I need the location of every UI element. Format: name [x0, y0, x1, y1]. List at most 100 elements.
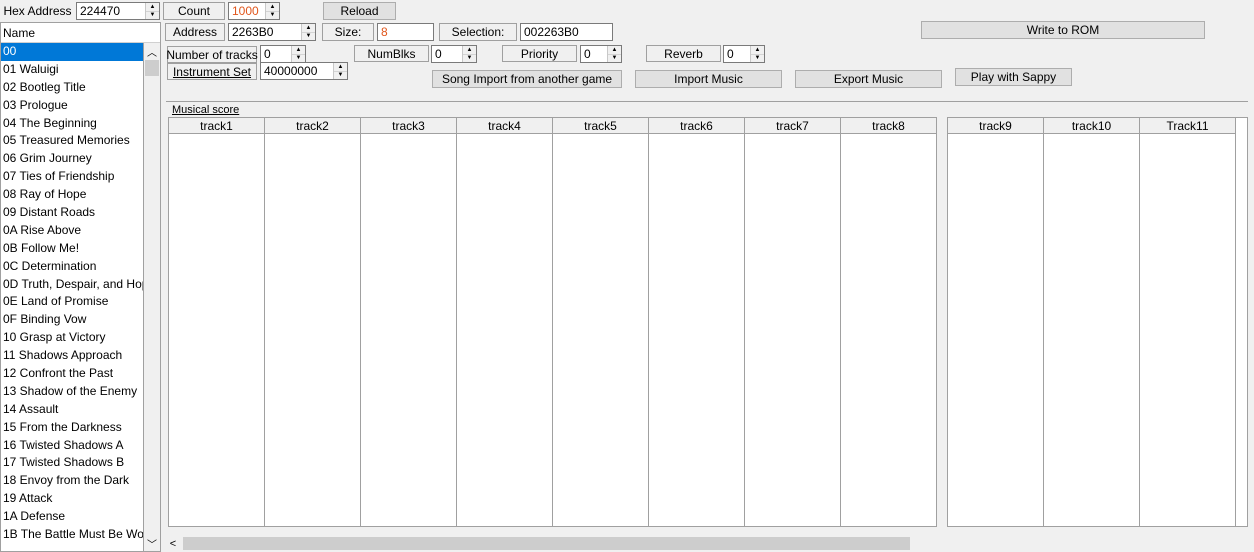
track-header[interactable]: track3 [361, 118, 456, 134]
score-horizontal-scrollbar[interactable]: < [165, 535, 1254, 552]
priority-spinner[interactable]: ▲ ▼ [607, 46, 621, 62]
play-with-sappy-button[interactable]: Play with Sappy [955, 68, 1072, 86]
reverb-spinner[interactable]: ▲ ▼ [750, 46, 764, 62]
list-item[interactable]: 07 Ties of Friendship [1, 168, 143, 186]
list-item[interactable]: 04 The Beginning [1, 115, 143, 133]
count-input[interactable]: 1000 ▲ ▼ [228, 2, 280, 20]
track-header[interactable]: track8 [841, 118, 936, 134]
spin-down-icon[interactable]: ▼ [292, 53, 305, 63]
hex-address-value: 224470 [80, 4, 121, 18]
list-item[interactable]: 0E Land of Promise [1, 293, 143, 311]
song-import-button[interactable]: Song Import from another game [432, 70, 622, 88]
spin-up-icon[interactable]: ▲ [266, 3, 279, 11]
spin-up-icon[interactable]: ▲ [608, 46, 621, 54]
hex-address-input[interactable]: 224470 ▲ ▼ [76, 2, 160, 20]
list-item[interactable]: 00 [1, 43, 143, 61]
track-column[interactable]: track8 [841, 118, 937, 526]
priority-input[interactable]: 0 ▲ ▼ [580, 45, 622, 63]
scroll-up-icon[interactable]: ︿ [144, 43, 160, 59]
list-item[interactable]: 0D Truth, Despair, and Hop [1, 276, 143, 294]
track-column[interactable]: track6 [649, 118, 745, 526]
list-scrollbar[interactable]: ︿ ﹀ [144, 43, 160, 551]
list-item[interactable]: 1B The Battle Must Be Wo [1, 526, 143, 544]
list-item[interactable]: 14 Assault [1, 401, 143, 419]
track-header[interactable]: track10 [1044, 118, 1139, 134]
spin-up-icon[interactable]: ▲ [146, 3, 159, 11]
list-item[interactable]: 09 Distant Roads [1, 204, 143, 222]
list-item[interactable]: 13 Shadow of the Enemy [1, 383, 143, 401]
list-item[interactable]: 12 Confront the Past [1, 365, 143, 383]
spin-down-icon[interactable]: ▼ [266, 10, 279, 20]
track-column[interactable]: track10 [1044, 118, 1140, 526]
list-item[interactable]: 03 Prologue [1, 97, 143, 115]
list-item[interactable]: 0A Rise Above [1, 222, 143, 240]
track-column[interactable]: track9 [948, 118, 1044, 526]
spin-up-icon[interactable]: ▲ [463, 46, 476, 54]
list-item[interactable]: 0F Binding Vow [1, 311, 143, 329]
instrument-set-spinner[interactable]: ▲ ▼ [333, 63, 347, 79]
track-column[interactable]: track7 [745, 118, 841, 526]
import-music-button[interactable]: Import Music [635, 70, 782, 88]
list-item[interactable]: 0C Determination [1, 258, 143, 276]
track-header[interactable]: track1 [169, 118, 264, 134]
hex-address-spinner[interactable]: ▲ ▼ [145, 3, 159, 19]
size-input[interactable]: 8 [377, 23, 434, 41]
list-item[interactable]: 01 Waluigi [1, 61, 143, 79]
list-item[interactable]: 0B Follow Me! [1, 240, 143, 258]
list-item[interactable]: 1A Defense [1, 508, 143, 526]
list-item[interactable]: 06 Grim Journey [1, 150, 143, 168]
list-item[interactable]: 17 Twisted Shadows B [1, 454, 143, 472]
list-item[interactable]: 18 Envoy from the Dark [1, 472, 143, 490]
track-header[interactable]: Track11 [1140, 118, 1235, 134]
track-column[interactable]: Track11 [1140, 118, 1236, 526]
score-separator [166, 101, 1248, 102]
track-header[interactable]: track9 [948, 118, 1043, 134]
track-header[interactable]: track2 [265, 118, 360, 134]
numblks-spinner[interactable]: ▲ ▼ [462, 46, 476, 62]
track-header[interactable]: track5 [553, 118, 648, 134]
numblks-input[interactable]: 0 ▲ ▼ [431, 45, 477, 63]
spin-down-icon[interactable]: ▼ [463, 53, 476, 63]
track-column[interactable]: track5 [553, 118, 649, 526]
track-column[interactable]: track1 [169, 118, 265, 526]
list-item[interactable]: 11 Shadows Approach [1, 347, 143, 365]
spin-up-icon[interactable]: ▲ [302, 24, 315, 32]
list-item[interactable]: 02 Bootleg Title [1, 79, 143, 97]
list-item[interactable]: 08 Ray of Hope [1, 186, 143, 204]
track-column[interactable]: track3 [361, 118, 457, 526]
address-input[interactable]: 2263B0 ▲ ▼ [228, 23, 316, 41]
reverb-input[interactable]: 0 ▲ ▼ [723, 45, 765, 63]
spin-down-icon[interactable]: ▼ [146, 10, 159, 20]
instrument-set-label[interactable]: Instrument Set [167, 63, 257, 80]
write-to-rom-button[interactable]: Write to ROM [921, 21, 1205, 39]
spin-up-icon[interactable]: ▲ [292, 46, 305, 54]
track-header[interactable]: track6 [649, 118, 744, 134]
list-item[interactable]: 05 Treasured Memories [1, 132, 143, 150]
list-item[interactable]: 19 Attack [1, 490, 143, 508]
list-scroll-thumb[interactable] [145, 60, 159, 76]
reload-button[interactable]: Reload [323, 2, 396, 20]
list-item[interactable]: 10 Grasp at Victory [1, 329, 143, 347]
number-of-tracks-spinner[interactable]: ▲ ▼ [291, 46, 305, 62]
spin-down-icon[interactable]: ▼ [334, 70, 347, 80]
address-spinner[interactable]: ▲ ▼ [301, 24, 315, 40]
track-header[interactable]: track7 [745, 118, 840, 134]
scroll-left-icon[interactable]: < [165, 535, 181, 552]
spin-up-icon[interactable]: ▲ [334, 63, 347, 71]
score-scroll-thumb[interactable] [183, 537, 910, 550]
list-item[interactable]: 15 From the Darkness [1, 419, 143, 437]
spin-down-icon[interactable]: ▼ [608, 53, 621, 63]
track-column[interactable]: track4 [457, 118, 553, 526]
selection-input[interactable]: 002263B0 [520, 23, 613, 41]
spin-down-icon[interactable]: ▼ [302, 31, 315, 41]
track-header[interactable]: track4 [457, 118, 552, 134]
track-column[interactable]: track2 [265, 118, 361, 526]
count-spinner[interactable]: ▲ ▼ [265, 3, 279, 19]
instrument-set-input[interactable]: 40000000 ▲ ▼ [260, 62, 348, 80]
list-item[interactable]: 16 Twisted Shadows A [1, 437, 143, 455]
export-music-button[interactable]: Export Music [795, 70, 942, 88]
scroll-down-icon[interactable]: ﹀ [144, 535, 160, 551]
spin-down-icon[interactable]: ▼ [751, 53, 764, 63]
number-of-tracks-input[interactable]: 0 ▲ ▼ [260, 45, 306, 63]
spin-up-icon[interactable]: ▲ [751, 46, 764, 54]
